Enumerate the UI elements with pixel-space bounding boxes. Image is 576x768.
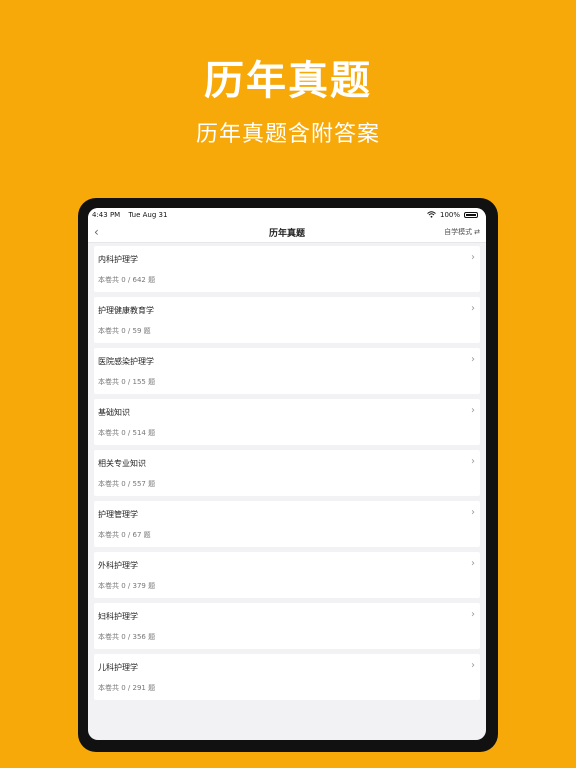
paper-count: 本卷共 0 / 379 题	[98, 582, 156, 590]
paper-count: 本卷共 0 / 291 题	[98, 684, 156, 692]
chevron-right-icon: ›	[471, 456, 475, 467]
chevron-right-icon: ›	[471, 558, 475, 569]
paper-title: 护理管理学	[98, 510, 138, 519]
paper-item[interactable]: 内科护理学 本卷共 0 / 642 题 ›	[94, 246, 480, 292]
paper-count: 本卷共 0 / 155 题	[98, 378, 156, 386]
paper-item[interactable]: 儿科护理学 本卷共 0 / 291 题 ›	[94, 654, 480, 700]
paper-title: 医院感染护理学	[98, 357, 154, 366]
paper-count: 本卷共 0 / 356 题	[98, 633, 156, 641]
study-mode-label: 自学模式	[444, 228, 473, 236]
chevron-right-icon: ›	[471, 252, 475, 263]
paper-title: 相关专业知识	[98, 459, 146, 468]
paper-count: 本卷共 0 / 59 题	[98, 327, 151, 335]
paper-title: 妇科护理学	[98, 612, 138, 621]
status-bar: 4:43 PM Tue Aug 31 100%	[88, 208, 486, 222]
battery-icon	[464, 212, 478, 218]
hero-title: 历年真题	[204, 58, 372, 104]
paper-item[interactable]: 医院感染护理学 本卷共 0 / 155 题 ›	[94, 348, 480, 394]
paper-title: 护理健康教育学	[98, 306, 154, 315]
chevron-right-icon: ›	[471, 507, 475, 518]
chevron-right-icon: ›	[471, 405, 475, 416]
status-left: 4:43 PM Tue Aug 31	[92, 211, 173, 219]
swap-icon: ⇄	[474, 228, 480, 236]
status-date: Tue Aug 31	[128, 211, 168, 219]
tablet-screen: 4:43 PM Tue Aug 31 100% ‹ 历年真题 自学模式 ⇄ 内科…	[88, 208, 486, 740]
wifi-icon	[427, 210, 436, 220]
paper-item[interactable]: 外科护理学 本卷共 0 / 379 题 ›	[94, 552, 480, 598]
nav-bar: ‹ 历年真题 自学模式 ⇄	[88, 222, 486, 243]
paper-item[interactable]: 护理管理学 本卷共 0 / 67 题 ›	[94, 501, 480, 547]
status-time: 4:43 PM	[92, 211, 121, 219]
chevron-left-icon[interactable]: ‹	[94, 225, 99, 239]
paper-count: 本卷共 0 / 67 题	[98, 531, 151, 539]
paper-item[interactable]: 妇科护理学 本卷共 0 / 356 题 ›	[94, 603, 480, 649]
hero-subtitle: 历年真题含附答案	[195, 122, 380, 147]
paper-list: 内科护理学 本卷共 0 / 642 题 › 护理健康教育学 本卷共 0 / 59…	[88, 243, 486, 700]
chevron-right-icon: ›	[471, 609, 475, 620]
paper-title: 儿科护理学	[98, 663, 138, 672]
chevron-right-icon: ›	[471, 354, 475, 365]
battery-percent: 100%	[439, 211, 460, 219]
paper-count: 本卷共 0 / 514 题	[98, 429, 156, 437]
chevron-right-icon: ›	[471, 303, 475, 314]
paper-count: 本卷共 0 / 642 题	[98, 276, 156, 284]
paper-item[interactable]: 相关专业知识 本卷共 0 / 557 题 ›	[94, 450, 480, 496]
paper-title: 内科护理学	[98, 255, 138, 264]
paper-count: 本卷共 0 / 557 题	[98, 480, 156, 488]
page-title: 历年真题	[268, 228, 305, 239]
tablet-frame: 4:43 PM Tue Aug 31 100% ‹ 历年真题 自学模式 ⇄ 内科…	[78, 198, 498, 752]
paper-item[interactable]: 护理健康教育学 本卷共 0 / 59 题 ›	[94, 297, 480, 343]
paper-item[interactable]: 基础知识 本卷共 0 / 514 题 ›	[94, 399, 480, 445]
chevron-right-icon: ›	[471, 660, 475, 671]
paper-title: 外科护理学	[98, 561, 138, 570]
status-right: 100%	[427, 210, 478, 220]
study-mode-button[interactable]: 自学模式 ⇄	[444, 227, 480, 237]
paper-title: 基础知识	[98, 408, 130, 417]
